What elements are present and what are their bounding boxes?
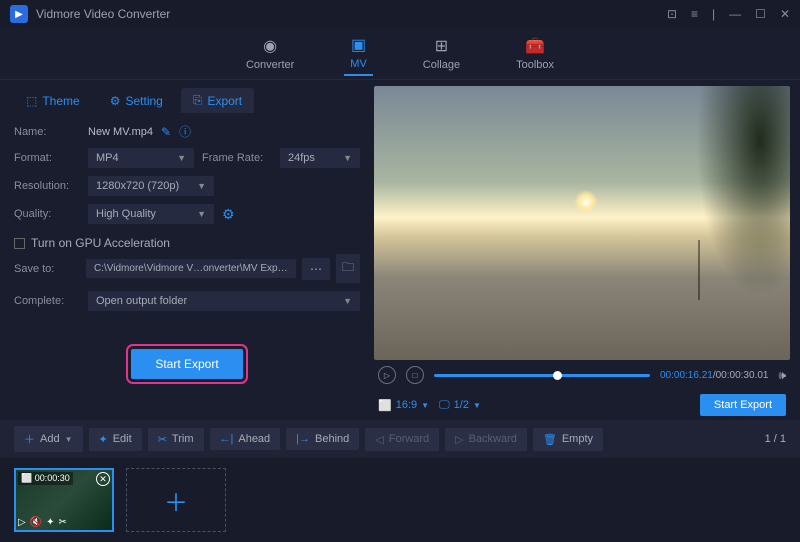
nav-mv[interactable]: ▣MV: [344, 31, 373, 76]
gpu-checkbox[interactable]: [14, 238, 25, 249]
resolution-select[interactable]: 1280x720 (720p)▼: [88, 176, 214, 196]
complete-label: Complete:: [14, 295, 80, 307]
mute-icon[interactable]: 🔇: [30, 517, 42, 528]
start-export-button-2[interactable]: Start Export: [700, 394, 786, 416]
edit-clip-icon[interactable]: ✦: [46, 517, 54, 528]
scissors-icon: ✂: [158, 433, 167, 446]
maximize-icon[interactable]: ☐: [755, 7, 766, 21]
nav-collage[interactable]: ⊞Collage: [417, 32, 466, 75]
progress-bar[interactable]: [434, 374, 650, 377]
format-select[interactable]: MP4▼: [88, 148, 194, 168]
name-value: New MV.mp4: [88, 126, 153, 138]
ahead-icon: ←|: [220, 433, 234, 445]
nav-toolbox[interactable]: 🧰Toolbox: [510, 32, 560, 75]
close-icon[interactable]: ✕: [780, 7, 790, 21]
toolbox-icon: 🧰: [525, 36, 545, 56]
trim-clip-icon[interactable]: ✂: [59, 517, 67, 528]
add-clip-button[interactable]: ＋: [126, 468, 226, 532]
time-display: 00:00:16.21/00:00:30.01: [660, 370, 768, 381]
converter-icon: ◉: [263, 36, 277, 56]
video-preview[interactable]: [374, 86, 790, 360]
clip-controls: ▷ 🔇 ✦ ✂: [18, 517, 67, 528]
tab-theme[interactable]: ⬚Theme: [14, 88, 92, 113]
chevron-down-icon: ▼: [65, 435, 73, 444]
minimize-icon[interactable]: —: [729, 7, 741, 21]
tab-export[interactable]: ⎘Export: [181, 88, 254, 113]
mv-icon: ▣: [351, 35, 366, 55]
saveto-path: C:\Vidmore\Vidmore V…onverter\MV Exporte…: [86, 259, 296, 278]
theme-icon: ⬚: [26, 94, 37, 108]
remove-clip-icon[interactable]: ✕: [96, 472, 110, 486]
monitor-icon: 🖵: [439, 399, 450, 412]
browse-button[interactable]: ⋯: [302, 258, 330, 280]
trash-icon: 🗑: [543, 433, 557, 446]
wand-icon: ✦: [99, 433, 108, 446]
open-folder-icon[interactable]: 🗀: [336, 254, 360, 283]
behind-icon: |→: [296, 433, 310, 445]
name-label: Name:: [14, 126, 80, 138]
preview-decoration: [698, 240, 700, 300]
saveto-label: Save to:: [14, 263, 80, 275]
add-button[interactable]: ＋Add▼: [14, 426, 83, 452]
complete-select[interactable]: Open output folder▼: [88, 291, 360, 311]
display-scale-select[interactable]: 🖵1/2▼: [439, 399, 481, 412]
edit-name-icon[interactable]: ✎: [161, 125, 171, 139]
forward-button[interactable]: ◁Forward: [365, 428, 439, 451]
app-logo: ▶: [10, 5, 28, 23]
backward-icon: ▷: [455, 433, 463, 446]
forward-icon: ◁: [375, 433, 383, 446]
stop-button[interactable]: □: [406, 366, 424, 384]
quality-label: Quality:: [14, 208, 80, 220]
chevron-down-icon: ▼: [473, 401, 481, 410]
play-button[interactable]: ▷: [378, 366, 396, 384]
chevron-down-icon: ▼: [177, 153, 186, 163]
gear-icon: ⚙: [110, 94, 121, 108]
feedback-icon[interactable]: ⊡: [667, 7, 677, 21]
collage-icon: ⊞: [435, 36, 448, 56]
info-icon[interactable]: ⓘ: [179, 123, 191, 140]
quality-settings-icon[interactable]: ⚙: [222, 206, 235, 223]
preview-decoration: [670, 86, 790, 360]
nav-converter[interactable]: ◉Converter: [240, 32, 300, 75]
chevron-down-icon: ▼: [197, 209, 206, 219]
ahead-button[interactable]: ←|Ahead: [210, 428, 281, 450]
app-title: Vidmore Video Converter: [36, 7, 667, 21]
resolution-label: Resolution:: [14, 180, 80, 192]
chevron-down-icon: ▼: [343, 296, 352, 306]
trim-button[interactable]: ✂Trim: [148, 428, 204, 451]
gpu-label: Turn on GPU Acceleration: [31, 236, 170, 250]
framerate-select[interactable]: 24fps▼: [280, 148, 360, 168]
behind-button[interactable]: |→Behind: [286, 428, 359, 450]
empty-button[interactable]: 🗑Empty: [533, 428, 603, 451]
play-icon[interactable]: ▷: [18, 517, 26, 528]
export-icon: ⎘: [193, 93, 203, 108]
start-export-button[interactable]: Start Export: [131, 349, 242, 379]
clip-thumbnail[interactable]: ⬜ 00:00:30 ✕ ▷ 🔇 ✦ ✂: [14, 468, 114, 532]
chevron-down-icon: ▼: [421, 401, 429, 410]
aspect-ratio-select[interactable]: ⬜16:9▼: [378, 399, 429, 412]
plus-icon: ＋: [164, 483, 188, 518]
chevron-down-icon: ▼: [197, 181, 206, 191]
tab-setting[interactable]: ⚙Setting: [98, 88, 175, 113]
aspect-icon: ⬜: [378, 399, 392, 412]
quality-select[interactable]: High Quality▼: [88, 204, 214, 224]
preview-decoration: [574, 190, 598, 214]
plus-icon: ＋: [24, 431, 35, 447]
framerate-label: Frame Rate:: [202, 152, 272, 164]
chevron-down-icon: ▼: [343, 153, 352, 163]
backward-button[interactable]: ▷Backward: [445, 428, 527, 451]
menu-icon[interactable]: ≡: [691, 7, 698, 21]
divider: |: [712, 7, 715, 21]
page-indicator: 1 / 1: [765, 433, 786, 445]
volume-icon[interactable]: 🕪: [778, 368, 786, 383]
clip-duration: ⬜ 00:00:30: [18, 472, 73, 485]
edit-button[interactable]: ✦Edit: [89, 428, 142, 451]
format-label: Format:: [14, 152, 80, 164]
